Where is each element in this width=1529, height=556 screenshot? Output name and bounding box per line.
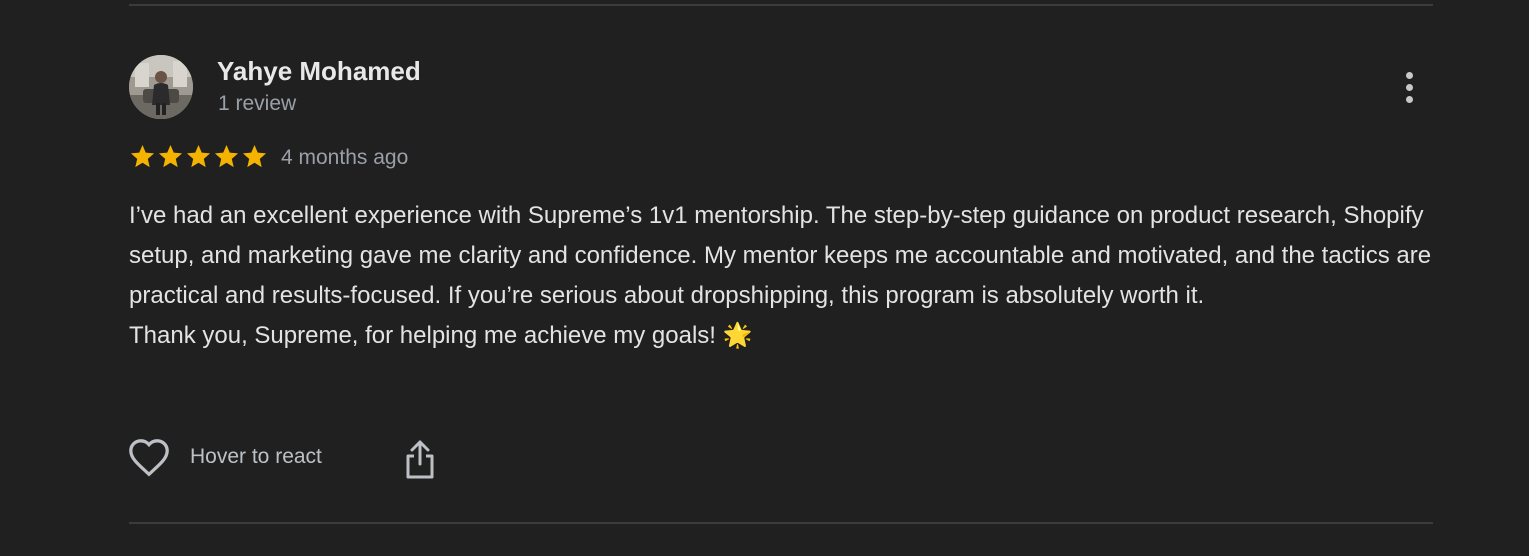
react-label: Hover to react bbox=[190, 445, 322, 468]
share-icon bbox=[406, 440, 434, 479]
review-text-paragraph: Thank you, Supreme, for helping me achie… bbox=[129, 322, 753, 349]
heart-outline-icon bbox=[129, 439, 169, 477]
review-text-paragraph: I’ve had an excellent experience with Su… bbox=[129, 202, 1432, 309]
star-rating bbox=[129, 143, 268, 170]
avatar[interactable] bbox=[129, 55, 193, 119]
more-vertical-icon-dot bbox=[1405, 83, 1413, 91]
top-divider bbox=[129, 4, 1433, 6]
react-button[interactable]: Hover to react bbox=[127, 437, 322, 477]
review-date: 4 months ago bbox=[281, 146, 409, 169]
bottom-divider bbox=[129, 522, 1433, 524]
more-vertical-icon-dot bbox=[1405, 71, 1413, 79]
star-icon bbox=[186, 145, 211, 168]
reviewer-review-count: 1 review bbox=[218, 92, 297, 115]
star-icon bbox=[242, 145, 267, 168]
share-button[interactable] bbox=[401, 437, 439, 481]
star-icon bbox=[214, 145, 239, 168]
star-icon bbox=[158, 145, 183, 168]
star-icon bbox=[130, 145, 155, 168]
avatar-photo bbox=[129, 55, 193, 119]
review-text: I’ve had an excellent experience with Su… bbox=[129, 196, 1449, 356]
more-options-button[interactable] bbox=[1392, 68, 1426, 106]
reviewer-name[interactable]: Yahye Mohamed bbox=[217, 56, 421, 86]
more-vertical-icon-dot bbox=[1405, 95, 1413, 103]
